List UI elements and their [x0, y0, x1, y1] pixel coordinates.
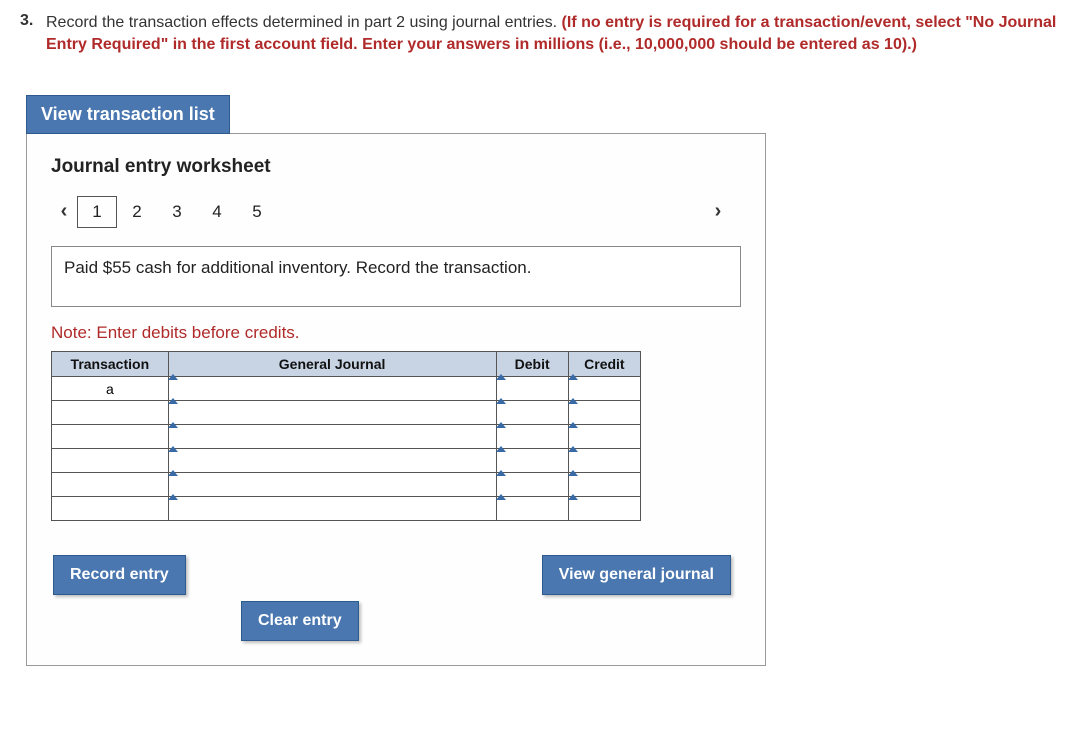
cell-credit[interactable]: [568, 401, 640, 425]
cell-transaction: [52, 425, 169, 449]
cell-credit[interactable]: [568, 377, 640, 401]
question-number: 3.: [20, 12, 40, 30]
dropdown-icon: [168, 422, 178, 428]
cell-credit[interactable]: [568, 497, 640, 521]
journal-table: Transaction General Journal Debit Credit…: [51, 351, 641, 555]
dropdown-icon: [496, 422, 506, 428]
dropdown-icon: [496, 446, 506, 452]
dropdown-icon: [496, 374, 506, 380]
cell-transaction: a: [52, 377, 169, 401]
cell-credit[interactable]: [568, 473, 640, 497]
dropdown-icon: [168, 470, 178, 476]
note-text: Note: Enter debits before credits.: [51, 323, 741, 343]
cell-debit[interactable]: [496, 401, 568, 425]
dropdown-icon: [568, 470, 578, 476]
page-1[interactable]: 1: [77, 196, 117, 228]
journal-entry-worksheet: Journal entry worksheet ‹ 1 2 3 4 5 › Pa…: [26, 133, 766, 666]
cell-general-journal[interactable]: [168, 425, 496, 449]
view-transaction-list-button[interactable]: View transaction list: [26, 95, 230, 134]
page-5[interactable]: 5: [237, 196, 277, 228]
table-row: [52, 473, 641, 497]
cell-general-journal[interactable]: [168, 473, 496, 497]
dropdown-icon: [496, 470, 506, 476]
dropdown-icon: [568, 422, 578, 428]
question-block: 3. Record the transaction effects determ…: [20, 12, 1062, 57]
worksheet-title: Journal entry worksheet: [51, 156, 741, 178]
page-2[interactable]: 2: [117, 196, 157, 228]
dropdown-icon: [168, 398, 178, 404]
cell-transaction: [52, 497, 169, 521]
question-text-plain: Record the transaction effects determine…: [46, 14, 562, 31]
cell-credit[interactable]: [568, 425, 640, 449]
view-general-journal-button[interactable]: View general journal: [542, 555, 731, 595]
dropdown-icon: [168, 446, 178, 452]
cell-credit[interactable]: [568, 449, 640, 473]
transaction-description: Paid $55 cash for additional inventory. …: [51, 246, 741, 307]
page-3[interactable]: 3: [157, 196, 197, 228]
header-general-journal: General Journal: [168, 352, 496, 377]
cell-transaction: [52, 449, 169, 473]
cell-debit[interactable]: [496, 449, 568, 473]
header-debit: Debit: [496, 352, 568, 377]
dropdown-icon: [568, 398, 578, 404]
record-entry-button[interactable]: Record entry: [53, 555, 186, 595]
table-row: [52, 449, 641, 473]
chevron-left-icon[interactable]: ‹: [51, 200, 77, 223]
button-row: Record entry View general journal: [51, 555, 731, 595]
page-4[interactable]: 4: [197, 196, 237, 228]
journal-table-body: a: [52, 377, 641, 555]
cell-debit[interactable]: [496, 497, 568, 521]
dropdown-icon: [496, 398, 506, 404]
header-transaction: Transaction: [52, 352, 169, 377]
clear-row: Clear entry: [51, 601, 741, 641]
cell-debit[interactable]: [496, 425, 568, 449]
dropdown-icon: [168, 374, 178, 380]
pager: ‹ 1 2 3 4 5 ›: [51, 196, 741, 228]
cell-general-journal[interactable]: [168, 401, 496, 425]
header-credit: Credit: [568, 352, 640, 377]
cell-general-journal[interactable]: [168, 497, 496, 521]
dropdown-icon: [568, 446, 578, 452]
chevron-right-icon[interactable]: ›: [705, 200, 731, 223]
table-row: a: [52, 377, 641, 401]
cell-general-journal[interactable]: [168, 377, 496, 401]
cell-transaction: [52, 473, 169, 497]
cell-debit[interactable]: [496, 377, 568, 401]
dropdown-icon: [568, 374, 578, 380]
table-row: [52, 497, 641, 521]
question-text: Record the transaction effects determine…: [46, 12, 1062, 57]
table-row: [52, 401, 641, 425]
cell-transaction: [52, 401, 169, 425]
dropdown-icon: [568, 494, 578, 500]
clear-entry-button[interactable]: Clear entry: [241, 601, 359, 641]
dropdown-icon: [496, 494, 506, 500]
dropdown-icon: [168, 494, 178, 500]
cell-general-journal[interactable]: [168, 449, 496, 473]
table-row: [52, 425, 641, 449]
cell-debit[interactable]: [496, 473, 568, 497]
